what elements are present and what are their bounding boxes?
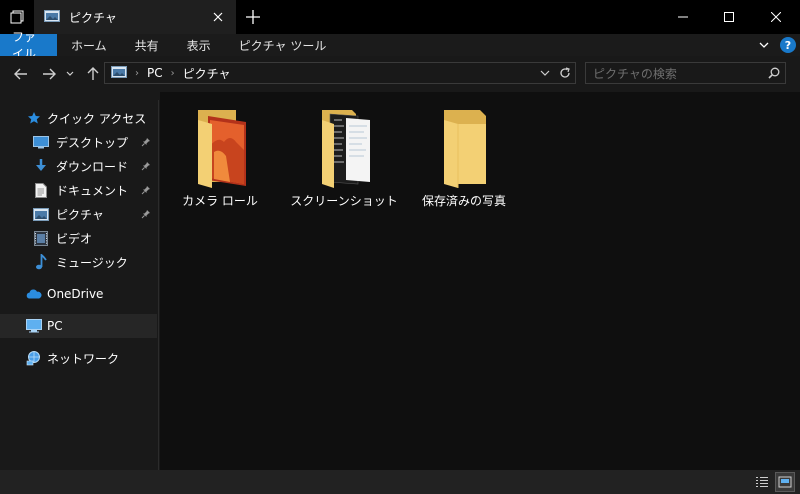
search-box[interactable]: ピクチャの検索 xyxy=(585,62,786,84)
arrow-left-icon xyxy=(14,68,27,80)
folder-label: 保存済みの写真 xyxy=(421,194,506,208)
plus-icon xyxy=(246,10,260,24)
nav-label: ミュージック xyxy=(56,255,128,270)
breadcrumb-separator[interactable]: › xyxy=(171,68,175,79)
nav-item-documents[interactable]: ドキュメント xyxy=(0,178,157,202)
forward-button[interactable] xyxy=(40,65,58,83)
cloud-icon xyxy=(26,286,42,302)
status-bar xyxy=(0,470,800,494)
ribbon-tab-file[interactable]: ファイル xyxy=(0,30,57,61)
pictures-icon xyxy=(33,206,49,222)
breadcrumb-pc[interactable]: PC xyxy=(147,66,163,80)
nav-item-downloads[interactable]: ダウンロード xyxy=(0,154,157,178)
pictures-folder-icon xyxy=(44,9,60,26)
folder-icon xyxy=(432,106,496,188)
folder-icon xyxy=(312,106,376,188)
refresh-icon[interactable] xyxy=(555,67,575,79)
expand-ribbon-icon[interactable] xyxy=(754,42,774,48)
nav-label: PC xyxy=(47,319,63,333)
nav-label: デスクトップ xyxy=(56,135,129,150)
nav-label: クイック アクセス xyxy=(47,111,147,126)
pin-icon[interactable] xyxy=(139,161,153,171)
close-icon xyxy=(771,12,781,22)
search-placeholder: ピクチャの検索 xyxy=(593,66,677,81)
arrow-right-icon xyxy=(43,68,56,80)
navigation-pane: クイック アクセス デスクトップ ダウンロード ドキュメント ピクチャ ビデオ … xyxy=(0,100,159,470)
folder-icon xyxy=(188,106,252,188)
large-icons-view-button[interactable] xyxy=(775,472,795,492)
maximize-icon xyxy=(724,12,734,22)
details-view-button[interactable] xyxy=(752,472,772,492)
network-icon xyxy=(26,350,42,366)
details-view-icon xyxy=(756,477,768,487)
breadcrumb-pictures[interactable]: ピクチャ xyxy=(183,65,231,82)
nav-item-videos[interactable]: ビデオ xyxy=(0,226,157,250)
nav-label: ピクチャ xyxy=(56,207,104,222)
help-button[interactable]: ? xyxy=(780,37,796,53)
address-history-icon[interactable] xyxy=(535,70,555,76)
desktop-icon xyxy=(33,134,49,150)
pin-icon[interactable] xyxy=(139,137,153,147)
recent-locations-button[interactable] xyxy=(64,65,76,83)
title-bar: ピクチャ xyxy=(0,0,800,34)
nav-item-pictures[interactable]: ピクチャ xyxy=(0,202,157,226)
nav-item-music[interactable]: ミュージック xyxy=(0,250,157,274)
maximize-button[interactable] xyxy=(706,0,752,34)
back-button[interactable] xyxy=(12,65,30,83)
computer-icon xyxy=(26,318,42,334)
address-bar[interactable]: › PC › ピクチャ xyxy=(104,62,576,84)
minimize-button[interactable] xyxy=(660,0,706,34)
ribbon-tab-share[interactable]: 共有 xyxy=(121,34,173,56)
nav-label: ネットワーク xyxy=(47,351,120,366)
windows-icon xyxy=(10,10,24,24)
music-icon xyxy=(33,254,49,270)
nav-label: ビデオ xyxy=(56,231,93,246)
close-window-button[interactable] xyxy=(752,0,800,34)
new-tab-button[interactable] xyxy=(236,0,270,34)
folder-label: スクリーンショット xyxy=(290,194,398,208)
nav-pc[interactable]: PC xyxy=(0,314,157,338)
tab-title: ピクチャ xyxy=(69,10,117,25)
large-icons-view-icon xyxy=(778,476,792,488)
close-tab-icon[interactable] xyxy=(206,5,230,29)
pin-icon[interactable] xyxy=(139,185,153,195)
nav-label: ダウンロード xyxy=(56,159,129,174)
pin-icon[interactable] xyxy=(139,209,153,219)
ribbon-tab-view[interactable]: 表示 xyxy=(173,34,225,56)
tab-pictures[interactable]: ピクチャ xyxy=(34,0,236,34)
video-icon xyxy=(33,230,49,246)
nav-quick-access[interactable]: クイック アクセス xyxy=(0,106,157,130)
nav-label: OneDrive xyxy=(47,287,104,301)
arrow-up-icon xyxy=(87,67,99,80)
search-icon[interactable] xyxy=(763,67,785,79)
folder-camera-roll[interactable]: カメラ ロール xyxy=(168,106,272,212)
file-list: カメラ ロール スクリーンショット 保存済みの写真 xyxy=(160,92,800,470)
minimize-icon xyxy=(678,16,688,18)
ribbon-tab-home[interactable]: ホーム xyxy=(57,34,121,56)
folder-screenshots[interactable]: スクリーンショット xyxy=(290,106,398,212)
folder-label: カメラ ロール xyxy=(182,194,258,208)
nav-label: ドキュメント xyxy=(56,183,129,198)
star-icon xyxy=(26,110,42,126)
document-icon xyxy=(33,182,49,198)
up-button[interactable] xyxy=(84,65,102,83)
pictures-location-icon xyxy=(111,65,127,81)
nav-item-desktop[interactable]: デスクトップ xyxy=(0,130,157,154)
nav-network[interactable]: ネットワーク xyxy=(0,346,157,370)
ribbon-tabs: ファイル ホーム 共有 表示 ピクチャ ツール ? xyxy=(0,30,800,61)
breadcrumb-separator[interactable]: › xyxy=(135,68,139,79)
ribbon-tab-picture-tools[interactable]: ピクチャ ツール xyxy=(225,34,341,56)
download-icon xyxy=(33,158,49,174)
folder-saved-pictures[interactable]: 保存済みの写真 xyxy=(412,106,516,212)
chevron-down-icon xyxy=(66,71,74,76)
nav-onedrive[interactable]: OneDrive xyxy=(0,282,157,306)
